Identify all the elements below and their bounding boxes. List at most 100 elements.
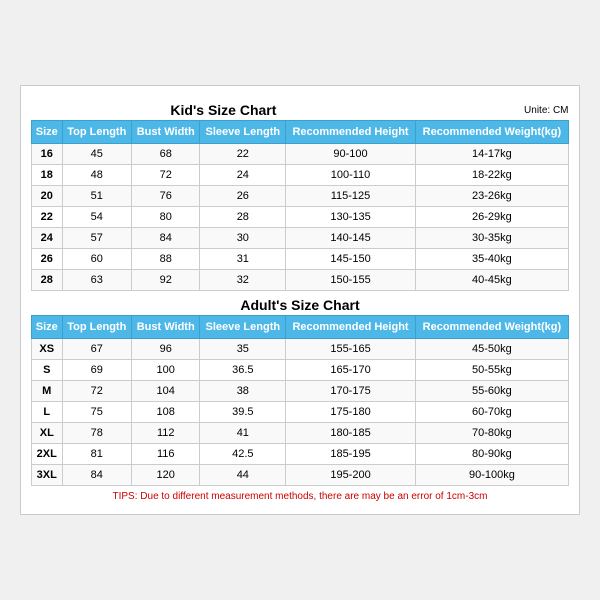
adults-col-rec-weight: Recommended Weight(kg) [415, 316, 568, 339]
table-cell: 54 [62, 207, 132, 228]
table-cell: 72 [62, 381, 132, 402]
table-cell: 90-100kg [415, 465, 568, 486]
table-cell: S [32, 360, 63, 381]
table-cell: 55-60kg [415, 381, 568, 402]
tips-row: TIPS: Due to different measurement metho… [32, 486, 569, 505]
table-row: M7210438170-17555-60kg [32, 381, 569, 402]
kids-header-row: Size Top Length Bust Width Sleeve Length… [32, 121, 569, 144]
table-cell: 23-26kg [415, 186, 568, 207]
table-cell: 140-145 [286, 228, 416, 249]
table-cell: 104 [132, 381, 200, 402]
table-cell: 51 [62, 186, 132, 207]
size-chart-table: Kid's Size Chart Unite: CM Size Top Leng… [31, 96, 569, 504]
table-row: 3XL8412044195-20090-100kg [32, 465, 569, 486]
table-cell: 22 [32, 207, 63, 228]
kids-col-bust-width: Bust Width [132, 121, 200, 144]
table-cell: 112 [132, 423, 200, 444]
table-cell: 116 [132, 444, 200, 465]
table-row: XS679635155-16545-50kg [32, 339, 569, 360]
table-cell: 69 [62, 360, 132, 381]
table-cell: 24 [32, 228, 63, 249]
kids-col-rec-weight: Recommended Weight(kg) [415, 121, 568, 144]
table-cell: 35-40kg [415, 249, 568, 270]
table-cell: 120 [132, 465, 200, 486]
table-cell: XS [32, 339, 63, 360]
table-cell: 92 [132, 270, 200, 291]
table-cell: 30 [200, 228, 286, 249]
table-cell: 41 [200, 423, 286, 444]
table-cell: 165-170 [286, 360, 416, 381]
kids-title-row: Kid's Size Chart Unite: CM [32, 96, 569, 121]
tips-text: TIPS: Due to different measurement metho… [32, 486, 569, 505]
table-cell: 108 [132, 402, 200, 423]
table-cell: M [32, 381, 63, 402]
table-row: L7510839.5175-18060-70kg [32, 402, 569, 423]
table-cell: 16 [32, 144, 63, 165]
table-cell: 84 [62, 465, 132, 486]
table-cell: 26 [32, 249, 63, 270]
table-cell: 72 [132, 165, 200, 186]
table-cell: 30-35kg [415, 228, 568, 249]
table-cell: 24 [200, 165, 286, 186]
table-cell: 31 [200, 249, 286, 270]
table-cell: 84 [132, 228, 200, 249]
table-cell: 60-70kg [415, 402, 568, 423]
table-cell: 100-110 [286, 165, 416, 186]
table-cell: 63 [62, 270, 132, 291]
table-row: S6910036.5165-17050-55kg [32, 360, 569, 381]
adults-title-row: Adult's Size Chart [32, 291, 569, 316]
table-cell: 88 [132, 249, 200, 270]
table-cell: 115-125 [286, 186, 416, 207]
table-cell: 90-100 [286, 144, 416, 165]
kids-col-size: Size [32, 121, 63, 144]
table-cell: 26-29kg [415, 207, 568, 228]
table-cell: 44 [200, 465, 286, 486]
table-cell: 18 [32, 165, 63, 186]
table-cell: 48 [62, 165, 132, 186]
adults-col-rec-height: Recommended Height [286, 316, 416, 339]
table-row: 2XL8111642.5185-19580-90kg [32, 444, 569, 465]
table-cell: 45 [62, 144, 132, 165]
table-cell: 185-195 [286, 444, 416, 465]
table-cell: 96 [132, 339, 200, 360]
table-cell: 20 [32, 186, 63, 207]
table-cell: 75 [62, 402, 132, 423]
table-cell: 26 [200, 186, 286, 207]
table-row: 20517626115-12523-26kg [32, 186, 569, 207]
table-cell: 35 [200, 339, 286, 360]
table-cell: 150-155 [286, 270, 416, 291]
table-row: XL7811241180-18570-80kg [32, 423, 569, 444]
table-cell: 180-185 [286, 423, 416, 444]
adults-col-top-length: Top Length [62, 316, 132, 339]
table-row: 22548028130-13526-29kg [32, 207, 569, 228]
table-cell: XL [32, 423, 63, 444]
table-cell: 3XL [32, 465, 63, 486]
table-cell: 36.5 [200, 360, 286, 381]
table-row: 24578430140-14530-35kg [32, 228, 569, 249]
table-cell: 195-200 [286, 465, 416, 486]
table-cell: 70-80kg [415, 423, 568, 444]
table-cell: 32 [200, 270, 286, 291]
table-cell: 42.5 [200, 444, 286, 465]
adults-header-row: Size Top Length Bust Width Sleeve Length… [32, 316, 569, 339]
table-cell: 80 [132, 207, 200, 228]
table-cell: 155-165 [286, 339, 416, 360]
adults-title: Adult's Size Chart [32, 291, 569, 316]
table-cell: 145-150 [286, 249, 416, 270]
table-cell: 68 [132, 144, 200, 165]
unit-label: Unite: CM [415, 96, 568, 121]
table-row: 26608831145-15035-40kg [32, 249, 569, 270]
kids-table-body: 1645682290-10014-17kg18487224100-11018-2… [32, 144, 569, 291]
table-cell: 81 [62, 444, 132, 465]
kids-col-sleeve-length: Sleeve Length [200, 121, 286, 144]
table-cell: 170-175 [286, 381, 416, 402]
table-cell: 76 [132, 186, 200, 207]
table-row: 28639232150-15540-45kg [32, 270, 569, 291]
table-cell: 28 [200, 207, 286, 228]
adults-col-size: Size [32, 316, 63, 339]
table-cell: 2XL [32, 444, 63, 465]
kids-title: Kid's Size Chart [32, 96, 416, 121]
table-cell: 60 [62, 249, 132, 270]
table-cell: 28 [32, 270, 63, 291]
table-row: 18487224100-11018-22kg [32, 165, 569, 186]
